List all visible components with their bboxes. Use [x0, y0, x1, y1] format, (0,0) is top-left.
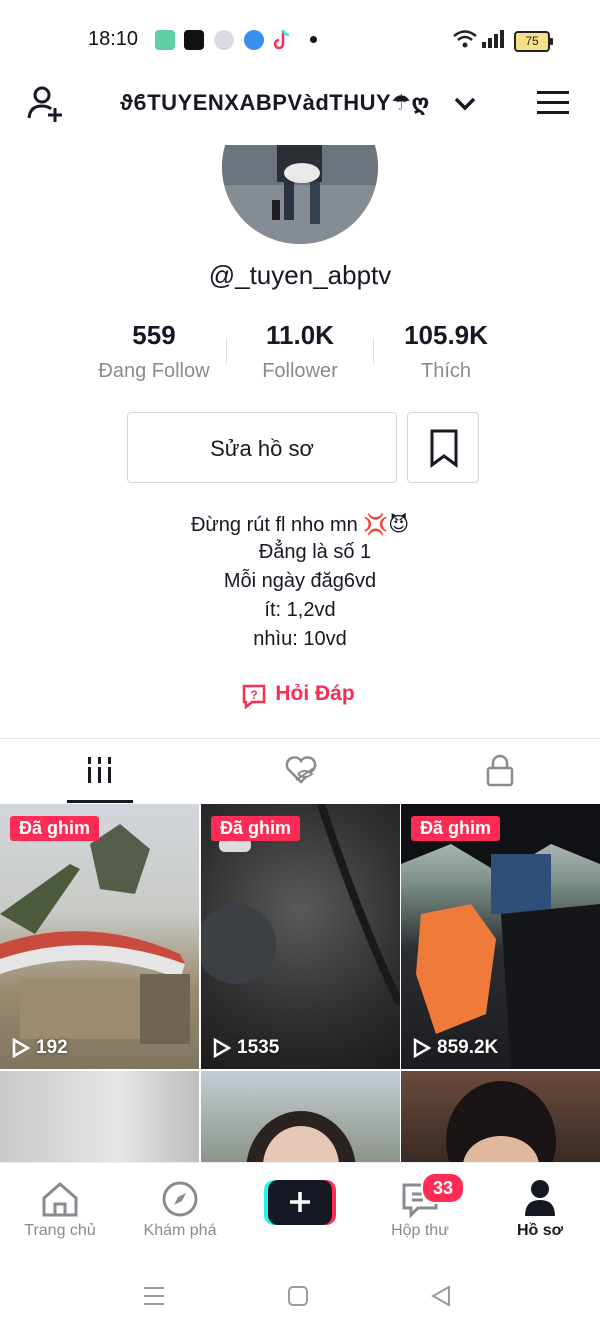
followers-label[interactable]: Follower [225, 360, 375, 383]
bio-line: ít: 1,2vd [264, 599, 336, 621]
video-tile[interactable]: Đã ghim 1535 [201, 804, 400, 1069]
wifi-icon [452, 29, 478, 49]
video-tile[interactable] [401, 1071, 600, 1162]
tab-indicator [67, 800, 133, 803]
play-together-icon [184, 30, 204, 50]
nav-explore-label[interactable]: Khám phá [120, 1222, 240, 1240]
videos-grid-icon[interactable] [86, 756, 114, 786]
play-icon [12, 1038, 30, 1058]
profile-switcher-title[interactable]: ϑϐTUYENXABPVàdTHUY☂ღ [120, 90, 480, 116]
play-icon [213, 1038, 231, 1058]
signal-icon [482, 30, 506, 48]
followers-count[interactable]: 11.0K [225, 320, 375, 351]
battery-icon: 75 [514, 31, 553, 52]
back-triangle-icon[interactable] [430, 1285, 452, 1307]
view-count-value: 859.2K [437, 1037, 499, 1058]
pinned-badge: Đã ghim [211, 816, 301, 841]
video-tile[interactable] [201, 1071, 400, 1162]
avatar[interactable] [222, 145, 378, 244]
likes-count[interactable]: 105.9K [371, 320, 521, 351]
play-icon [413, 1038, 431, 1058]
view-count-value: 1535 [237, 1037, 280, 1058]
qa-link[interactable]: Hỏi Đáp [0, 682, 600, 706]
profile-icon[interactable] [522, 1178, 558, 1218]
tiktok-icon [272, 28, 292, 52]
bio-line: Mỗi ngày đăg6vd [223, 570, 377, 592]
nav-profile-label[interactable]: Hồ sơ [480, 1222, 600, 1240]
messenger-icon [244, 30, 264, 50]
menu-icon[interactable] [536, 88, 570, 118]
pinned-badge: Đã ghim [10, 816, 100, 841]
favorites-button[interactable] [407, 412, 479, 483]
add-user-icon[interactable] [26, 84, 66, 124]
dot-icon [310, 36, 317, 43]
bio-line: Đừng rút fl nho mn 💢😈 [190, 514, 410, 536]
view-count: 859.2K [413, 1037, 498, 1059]
bio-line: nhìu: 10vd [253, 628, 347, 650]
following-count[interactable]: 559 [79, 320, 229, 351]
create-button[interactable] [264, 1180, 336, 1225]
view-count: 1535 [213, 1037, 279, 1059]
status-time: 18:10 [88, 28, 139, 50]
view-count-value: 192 [36, 1037, 68, 1058]
pinned-badge: Đã ghim [411, 816, 501, 841]
game-icon [214, 30, 234, 50]
username: @_tuyen_abptv [208, 260, 392, 290]
inbox-badge: 33 [421, 1172, 465, 1204]
liked-hidden-icon[interactable] [284, 754, 318, 786]
video-tile[interactable]: Đã ghim 192 [0, 804, 199, 1069]
video-tile[interactable]: Đã ghim 859.2K [401, 804, 600, 1069]
nav-inbox-label[interactable]: Hộp thư [360, 1222, 480, 1240]
tabs-divider [0, 738, 600, 739]
video-tile[interactable] [0, 1071, 199, 1162]
recent-apps-icon[interactable] [143, 1285, 165, 1307]
private-lock-icon[interactable] [485, 753, 515, 787]
bio-line: Đẳng là số 1 [258, 541, 372, 563]
following-label[interactable]: Đang Follow [79, 360, 229, 383]
bookmark-icon [430, 429, 458, 468]
compass-icon[interactable] [161, 1180, 199, 1218]
edit-profile-button[interactable]: Sửa hồ sơ [127, 412, 397, 483]
nav-home-label[interactable]: Trang chủ [0, 1222, 120, 1240]
view-count: 192 [12, 1037, 68, 1059]
plus-icon [290, 1192, 310, 1212]
home-square-icon[interactable] [287, 1285, 309, 1307]
home-icon[interactable] [40, 1180, 80, 1218]
calendar-app-icon [155, 30, 175, 50]
chevron-down-icon[interactable] [453, 94, 477, 114]
likes-label[interactable]: Thích [371, 360, 521, 383]
